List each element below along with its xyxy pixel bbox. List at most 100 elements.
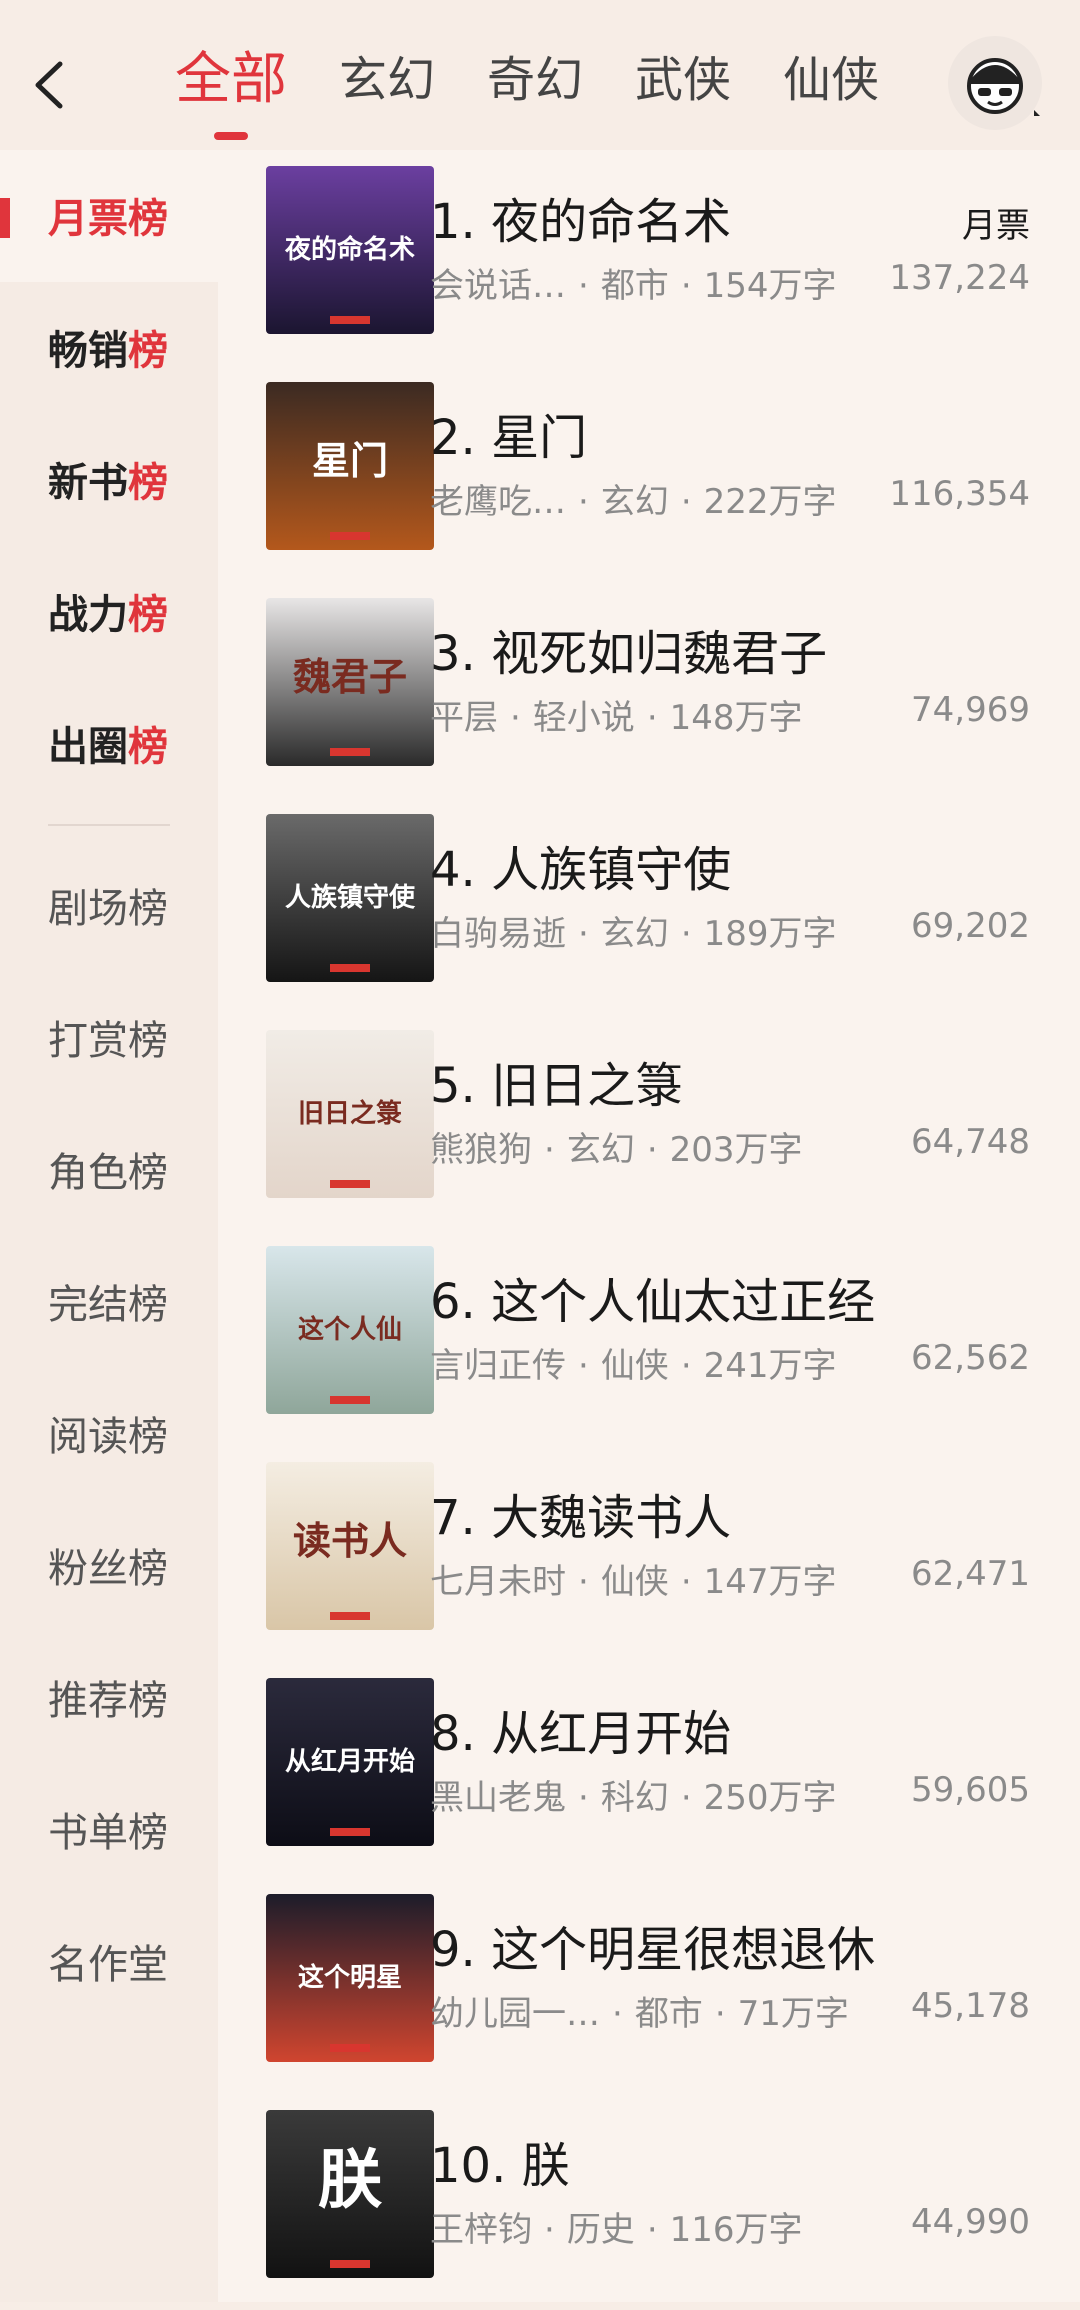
book-word-count: 203万字 bbox=[669, 1130, 803, 1170]
monthly-ticket-count: 69,202 bbox=[911, 906, 1030, 946]
book-row[interactable]: 从红月开始 8. 从红月开始 黑山老鬼 · 科幻 · 250万字 59,605 bbox=[218, 1662, 1080, 1878]
separator-dot: · bbox=[578, 482, 589, 522]
book-word-count: 71万字 bbox=[737, 1994, 849, 2034]
book-author: 平层 bbox=[430, 698, 498, 738]
book-cover[interactable]: 这个明星 bbox=[266, 1894, 434, 2062]
book-meta: 黑山老鬼 · 科幻 · 250万字 bbox=[430, 1770, 837, 1819]
sidebar-item-label-suffix: 榜 bbox=[128, 196, 168, 242]
book-row[interactable]: 魏君子 3. 视死如归魏君子 平层 · 轻小说 · 148万字 74,969 bbox=[218, 582, 1080, 798]
book-cover[interactable]: 魏君子 bbox=[266, 598, 434, 766]
tab-qihuan[interactable]: 奇幻 bbox=[487, 40, 583, 130]
sidebar-item-label: 战力榜 bbox=[48, 582, 168, 640]
sidebar-item-12[interactable]: 书单榜 bbox=[0, 1764, 218, 1896]
book-cover[interactable]: 从红月开始 bbox=[266, 1678, 434, 1846]
sidebar-item-1[interactable]: 畅销榜 bbox=[0, 282, 218, 414]
sidebar-item-11[interactable]: 推荐榜 bbox=[0, 1632, 218, 1764]
sidebar-item-label: 出圈榜 bbox=[48, 714, 168, 772]
book-cover[interactable]: 人族镇守使 bbox=[266, 814, 434, 982]
sidebar-item-8[interactable]: 完结榜 bbox=[0, 1236, 218, 1368]
sidebar-item-10[interactable]: 粉丝榜 bbox=[0, 1500, 218, 1632]
book-title[interactable]: 2. 星门 bbox=[430, 398, 587, 468]
back-button[interactable] bbox=[30, 50, 70, 120]
sidebar-item-3[interactable]: 战力榜 bbox=[0, 546, 218, 678]
book-author: 黑山老鬼 bbox=[430, 1778, 566, 1818]
book-title[interactable]: 10. 朕 bbox=[430, 2126, 570, 2196]
sidebar-item-9[interactable]: 阅读榜 bbox=[0, 1368, 218, 1500]
book-rank: 2. bbox=[430, 410, 476, 466]
book-cover-image: 这个人仙 bbox=[266, 1246, 434, 1414]
sidebar-item-label-main: 打赏榜 bbox=[48, 1018, 168, 1064]
sidebar-item-7[interactable]: 角色榜 bbox=[0, 1104, 218, 1236]
separator-dot: · bbox=[578, 266, 589, 306]
book-row[interactable]: 这个明星 9. 这个明星很想退休 幼儿园一… · 都市 · 71万字 45,178 bbox=[218, 1878, 1080, 2094]
book-title[interactable]: 8. 从红月开始 bbox=[430, 1694, 731, 1764]
sidebar-item-label-main: 剧场榜 bbox=[48, 886, 168, 932]
sidebar-item-6[interactable]: 打赏榜 bbox=[0, 972, 218, 1104]
book-cover[interactable]: 这个人仙 bbox=[266, 1246, 434, 1414]
book-title[interactable]: 4. 人族镇守使 bbox=[430, 830, 731, 900]
book-cover[interactable]: 旧日之箓 bbox=[266, 1030, 434, 1198]
book-cover-image: 从红月开始 bbox=[266, 1678, 434, 1846]
avatar-button[interactable] bbox=[948, 36, 1042, 130]
book-category: 都市 bbox=[634, 1994, 703, 2034]
book-row[interactable]: 朕 10. 朕王梓钧 · 历史 · 116万字 44,990 bbox=[218, 2094, 1080, 2310]
sidebar-item-label-suffix: 榜 bbox=[128, 328, 168, 374]
book-title-text: 视死如归魏君子 bbox=[491, 626, 828, 682]
book-cover-image: 夜的命名术 bbox=[266, 166, 434, 334]
book-word-count: 250万字 bbox=[703, 1778, 837, 1818]
book-cover[interactable]: 读书人 bbox=[266, 1462, 434, 1630]
sidebar-item-0[interactable]: 月票榜 bbox=[0, 150, 218, 282]
book-author: 老鹰吃… bbox=[430, 482, 566, 522]
separator-dot: · bbox=[680, 914, 692, 954]
tab-wuxia[interactable]: 武侠 bbox=[635, 40, 731, 130]
separator-dot: · bbox=[578, 1778, 589, 1818]
book-word-count: 147万字 bbox=[703, 1562, 837, 1602]
book-row[interactable]: 夜的命名术 1. 夜的命名术 月票 会说话… · 都市 · 154万字 137,224 bbox=[218, 150, 1080, 366]
sidebar-item-label: 新书榜 bbox=[48, 450, 168, 508]
book-rank: 4. bbox=[430, 842, 476, 898]
book-cover[interactable]: 星门 bbox=[266, 382, 434, 550]
publisher-badge bbox=[330, 964, 370, 972]
book-row[interactable]: 旧日之箓 5. 旧日之箓 熊狼狗 · 玄幻 · 203万字 64,748 bbox=[218, 1014, 1080, 1230]
book-title[interactable]: 6. 这个人仙太过正经 bbox=[430, 1262, 875, 1332]
separator-dot: · bbox=[544, 1130, 555, 1170]
book-title[interactable]: 5. 旧日之箓 bbox=[430, 1046, 683, 1116]
book-row[interactable]: 读书人 7. 大魏读书人 七月未时 · 仙侠 · 147万字 62,471 bbox=[218, 1446, 1080, 1662]
sidebar-item-4[interactable]: 出圈榜 bbox=[0, 678, 218, 810]
cover-title-art: 朕 bbox=[318, 2143, 383, 2218]
book-title[interactable]: 1. 夜的命名术 bbox=[430, 182, 731, 252]
book-title-text: 从红月开始 bbox=[491, 1706, 732, 1762]
sidebar-item-label: 完结榜 bbox=[48, 1272, 168, 1330]
book-cover[interactable]: 朕 bbox=[266, 2110, 434, 2278]
monthly-ticket-count: 64,748 bbox=[911, 1122, 1030, 1162]
separator-dot: · bbox=[646, 2210, 658, 2250]
book-row[interactable]: 人族镇守使 4. 人族镇守使 白驹易逝 · 玄幻 · 189万字 69,202 bbox=[218, 798, 1080, 1014]
book-title[interactable]: 9. 这个明星很想退休 bbox=[430, 1910, 875, 1980]
book-cover-image: 人族镇守使 bbox=[266, 814, 434, 982]
cover-title-art: 旧日之箓 bbox=[298, 1098, 402, 1129]
book-author: 白驹易逝 bbox=[430, 914, 566, 954]
cover-title-art: 人族镇守使 bbox=[285, 882, 416, 913]
book-title[interactable]: 3. 视死如归魏君子 bbox=[430, 614, 827, 684]
book-cover-image: 魏君子 bbox=[266, 598, 434, 766]
tab-xuanhuan[interactable]: 玄幻 bbox=[339, 40, 435, 130]
publisher-badge bbox=[330, 1828, 370, 1836]
tab-all[interactable]: 全部 bbox=[175, 40, 287, 130]
book-title[interactable]: 7. 大魏读书人 bbox=[430, 1478, 731, 1548]
book-category: 轻小说 bbox=[532, 698, 635, 738]
separator-dot: · bbox=[578, 1346, 589, 1386]
book-category: 玄幻 bbox=[600, 482, 669, 522]
book-row[interactable]: 星门 2. 星门 老鹰吃… · 玄幻 · 222万字 116,354 bbox=[218, 366, 1080, 582]
sidebar-item-2[interactable]: 新书榜 bbox=[0, 414, 218, 546]
book-category: 玄幻 bbox=[600, 914, 669, 954]
active-indicator bbox=[0, 198, 10, 238]
book-row[interactable]: 这个人仙 6. 这个人仙太过正经 言归正传 · 仙侠 · 241万字 62,562 bbox=[218, 1230, 1080, 1446]
monthly-ticket-count: 62,471 bbox=[911, 1554, 1030, 1594]
sidebar-item-13[interactable]: 名作堂 bbox=[0, 1896, 218, 2028]
sidebar-item-5[interactable]: 剧场榜 bbox=[0, 840, 218, 972]
tab-xianxia[interactable]: 仙侠 bbox=[783, 40, 879, 130]
cover-title-art: 从红月开始 bbox=[285, 1746, 415, 1777]
book-cover[interactable]: 夜的命名术 bbox=[266, 166, 434, 334]
book-author: 熊狼狗 bbox=[430, 1130, 532, 1170]
monthly-ticket-count: 62,562 bbox=[911, 1338, 1030, 1378]
